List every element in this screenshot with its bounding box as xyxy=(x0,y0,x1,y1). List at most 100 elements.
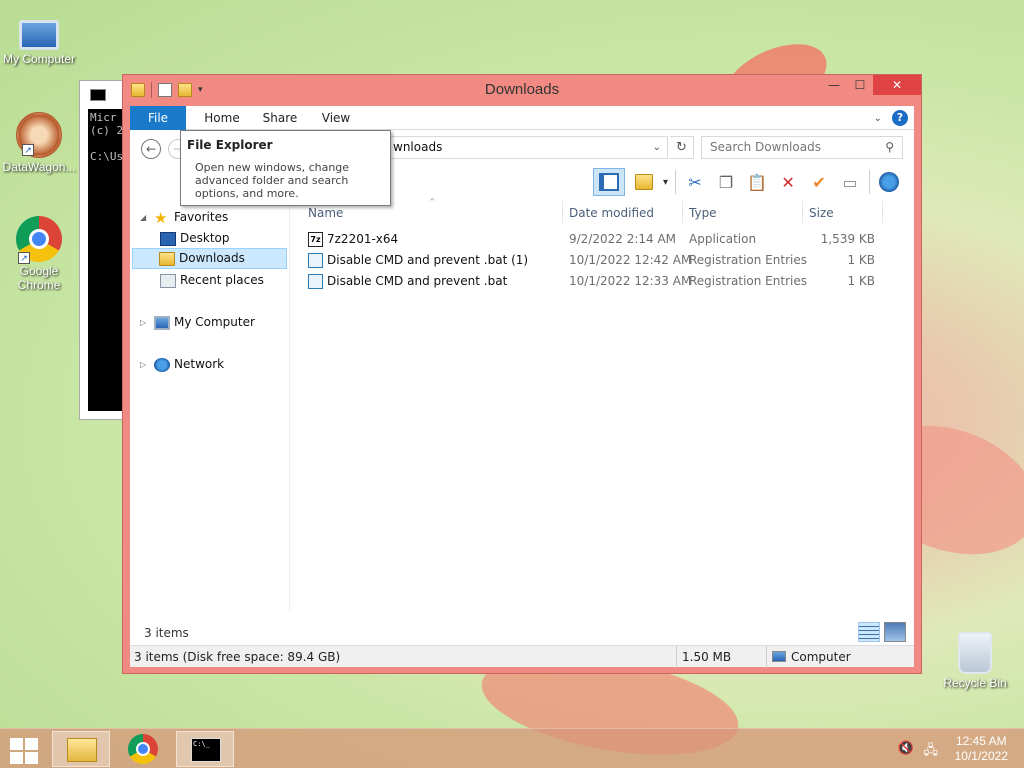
tab-file[interactable]: File xyxy=(130,106,186,130)
column-divider[interactable] xyxy=(802,201,803,223)
column-header-type[interactable]: Type xyxy=(689,203,717,223)
address-bar[interactable]: wnloads ⌄ xyxy=(386,136,668,159)
start-button[interactable] xyxy=(9,737,39,764)
windows-logo-icon xyxy=(10,738,23,750)
desktop-icon xyxy=(160,231,176,246)
separator xyxy=(766,646,767,668)
sidebar-item-downloads[interactable]: Downloads xyxy=(132,248,287,269)
sidebar-item-recent-places[interactable]: Recent places xyxy=(160,270,264,291)
sidebar-item-label: Favorites xyxy=(174,210,229,224)
refresh-icon[interactable]: ↻ xyxy=(670,136,694,159)
search-placeholder: Search Downloads xyxy=(710,140,821,154)
tooltip-body: Open new windows, change advanced folder… xyxy=(195,161,350,200)
separator xyxy=(869,170,871,194)
preview-pane-button[interactable] xyxy=(593,168,625,196)
clock[interactable]: 12:45 AM 10/1/2022 xyxy=(955,734,1008,764)
clock-date: 10/1/2022 xyxy=(954,749,1008,763)
sidebar-item-label: Network xyxy=(174,357,225,371)
maximize-button[interactable]: ☐ xyxy=(847,75,873,95)
status-disk-space: 3 items (Disk free space: 89.4 GB) xyxy=(134,650,341,664)
column-divider[interactable] xyxy=(882,201,883,223)
copy-icon[interactable]: ❐ xyxy=(714,170,738,194)
cut-icon[interactable]: ✂ xyxy=(683,170,707,194)
network-icon[interactable]: 🖧 xyxy=(924,741,939,763)
column-divider[interactable] xyxy=(562,201,563,223)
chrome-icon: ↗ xyxy=(16,216,62,264)
tooltip-title: File Explorer xyxy=(187,138,273,152)
file-type: Registration Entries xyxy=(689,253,807,267)
sidebar-item-desktop[interactable]: Desktop xyxy=(160,228,230,249)
collapse-triangle-icon[interactable]: ◢ xyxy=(140,207,150,228)
shortcut-arrow-icon: ↗ xyxy=(22,144,34,156)
status-location: Computer xyxy=(768,646,851,668)
rename-icon[interactable]: ▭ xyxy=(838,170,862,194)
tab-home[interactable]: Home xyxy=(194,106,250,130)
table-row[interactable]: Disable CMD and prevent .bat (1) 10/1/20… xyxy=(301,250,901,271)
sidebar-item-network[interactable]: ▷ Network xyxy=(140,354,224,375)
desktop-icon-my-computer[interactable]: My Computer xyxy=(0,10,78,66)
status-bar: 3 items (Disk free space: 89.4 GB) 1.50 … xyxy=(130,645,914,668)
sidebar-item-label: Desktop xyxy=(180,231,230,245)
globe-shape xyxy=(879,172,900,192)
column-header-size[interactable]: Size xyxy=(809,203,834,223)
taskbar-file-explorer[interactable] xyxy=(52,731,110,767)
network-icon xyxy=(154,357,170,372)
folder-options-button[interactable] xyxy=(632,170,656,194)
volume-muted-icon[interactable]: 🔇 xyxy=(898,741,914,756)
desktop-icon-google-chrome[interactable]: ↗ Google Chrome xyxy=(0,216,78,292)
computer-icon xyxy=(19,20,59,50)
minimize-button[interactable]: — xyxy=(821,75,847,95)
address-path: wnloads xyxy=(393,140,443,154)
close-button[interactable]: ✕ xyxy=(873,75,921,95)
back-arrow-icon[interactable]: ← xyxy=(141,139,161,159)
file-size: 1 KB xyxy=(847,274,875,288)
desktop-icon-label: Google Chrome xyxy=(17,264,61,292)
datawagon-icon: ↗ xyxy=(16,112,62,158)
chrome-icon xyxy=(128,734,158,764)
desktop-icon-label: Recycle Bin xyxy=(943,676,1007,690)
taskbar-chrome[interactable] xyxy=(114,731,172,767)
table-row[interactable]: Disable CMD and prevent .bat 10/1/2022 1… xyxy=(301,271,901,292)
desktop-icon-datawagon[interactable]: ↗ DataWagon... xyxy=(0,112,78,174)
column-divider[interactable] xyxy=(682,201,683,223)
view-switcher xyxy=(858,622,906,642)
preview-pane-icon xyxy=(599,173,619,191)
checkmark-icon[interactable]: ✔ xyxy=(807,170,831,194)
file-name: Disable CMD and prevent .bat (1) xyxy=(327,253,529,267)
file-type: Application xyxy=(689,232,757,246)
status-selection-size: 1.50 MB xyxy=(682,650,732,664)
7zip-icon: 7z xyxy=(308,232,323,247)
downloads-folder-icon xyxy=(159,251,175,266)
search-input[interactable]: Search Downloads ⚲ xyxy=(701,136,903,159)
paste-icon[interactable]: 📋 xyxy=(745,170,769,194)
window-controls: — ☐ ✕ xyxy=(821,75,921,95)
column-header-name[interactable]: Name xyxy=(308,203,343,223)
tab-view[interactable]: View xyxy=(308,106,364,130)
column-header-date-modified[interactable]: Date modified xyxy=(569,203,654,223)
expand-ribbon-chevron-icon[interactable]: ⌄ xyxy=(874,113,882,124)
chevron-down-icon[interactable]: ⌄ xyxy=(653,137,661,158)
star-icon: ★ xyxy=(154,208,168,227)
registry-icon xyxy=(308,253,323,268)
computer-icon xyxy=(154,315,170,330)
large-icons-view-icon[interactable] xyxy=(884,622,906,642)
title-bar[interactable]: ▾ Downloads — ☐ ✕ xyxy=(123,75,921,105)
expand-triangle-icon[interactable]: ▷ xyxy=(140,312,150,333)
taskbar-command-prompt[interactable]: C:\_ xyxy=(176,731,234,767)
delete-icon[interactable]: ✕ xyxy=(776,170,800,194)
file-date: 10/1/2022 12:42 AM xyxy=(569,253,692,267)
tab-share[interactable]: Share xyxy=(252,106,308,130)
file-name: Disable CMD and prevent .bat xyxy=(327,274,508,288)
status-location-label: Computer xyxy=(791,650,851,664)
help-icon[interactable]: ? xyxy=(892,110,908,126)
details-view-icon[interactable] xyxy=(858,622,880,642)
globe-icon[interactable] xyxy=(877,170,901,194)
desktop-icon-recycle-bin[interactable]: Recycle Bin xyxy=(936,632,1014,690)
sidebar-item-favorites[interactable]: ◢ ★ Favorites xyxy=(140,207,228,228)
windows-logo-icon xyxy=(25,752,38,764)
sidebar-item-my-computer[interactable]: ▷ My Computer xyxy=(140,312,255,333)
file-explorer-tooltip: File Explorer Open new windows, change a… xyxy=(180,130,391,206)
expand-triangle-icon[interactable]: ▷ xyxy=(140,354,150,375)
chevron-down-icon[interactable]: ▾ xyxy=(663,177,668,188)
table-row[interactable]: 7z 7z2201-x64 9/2/2022 2:14 AM Applicatio… xyxy=(301,229,901,250)
